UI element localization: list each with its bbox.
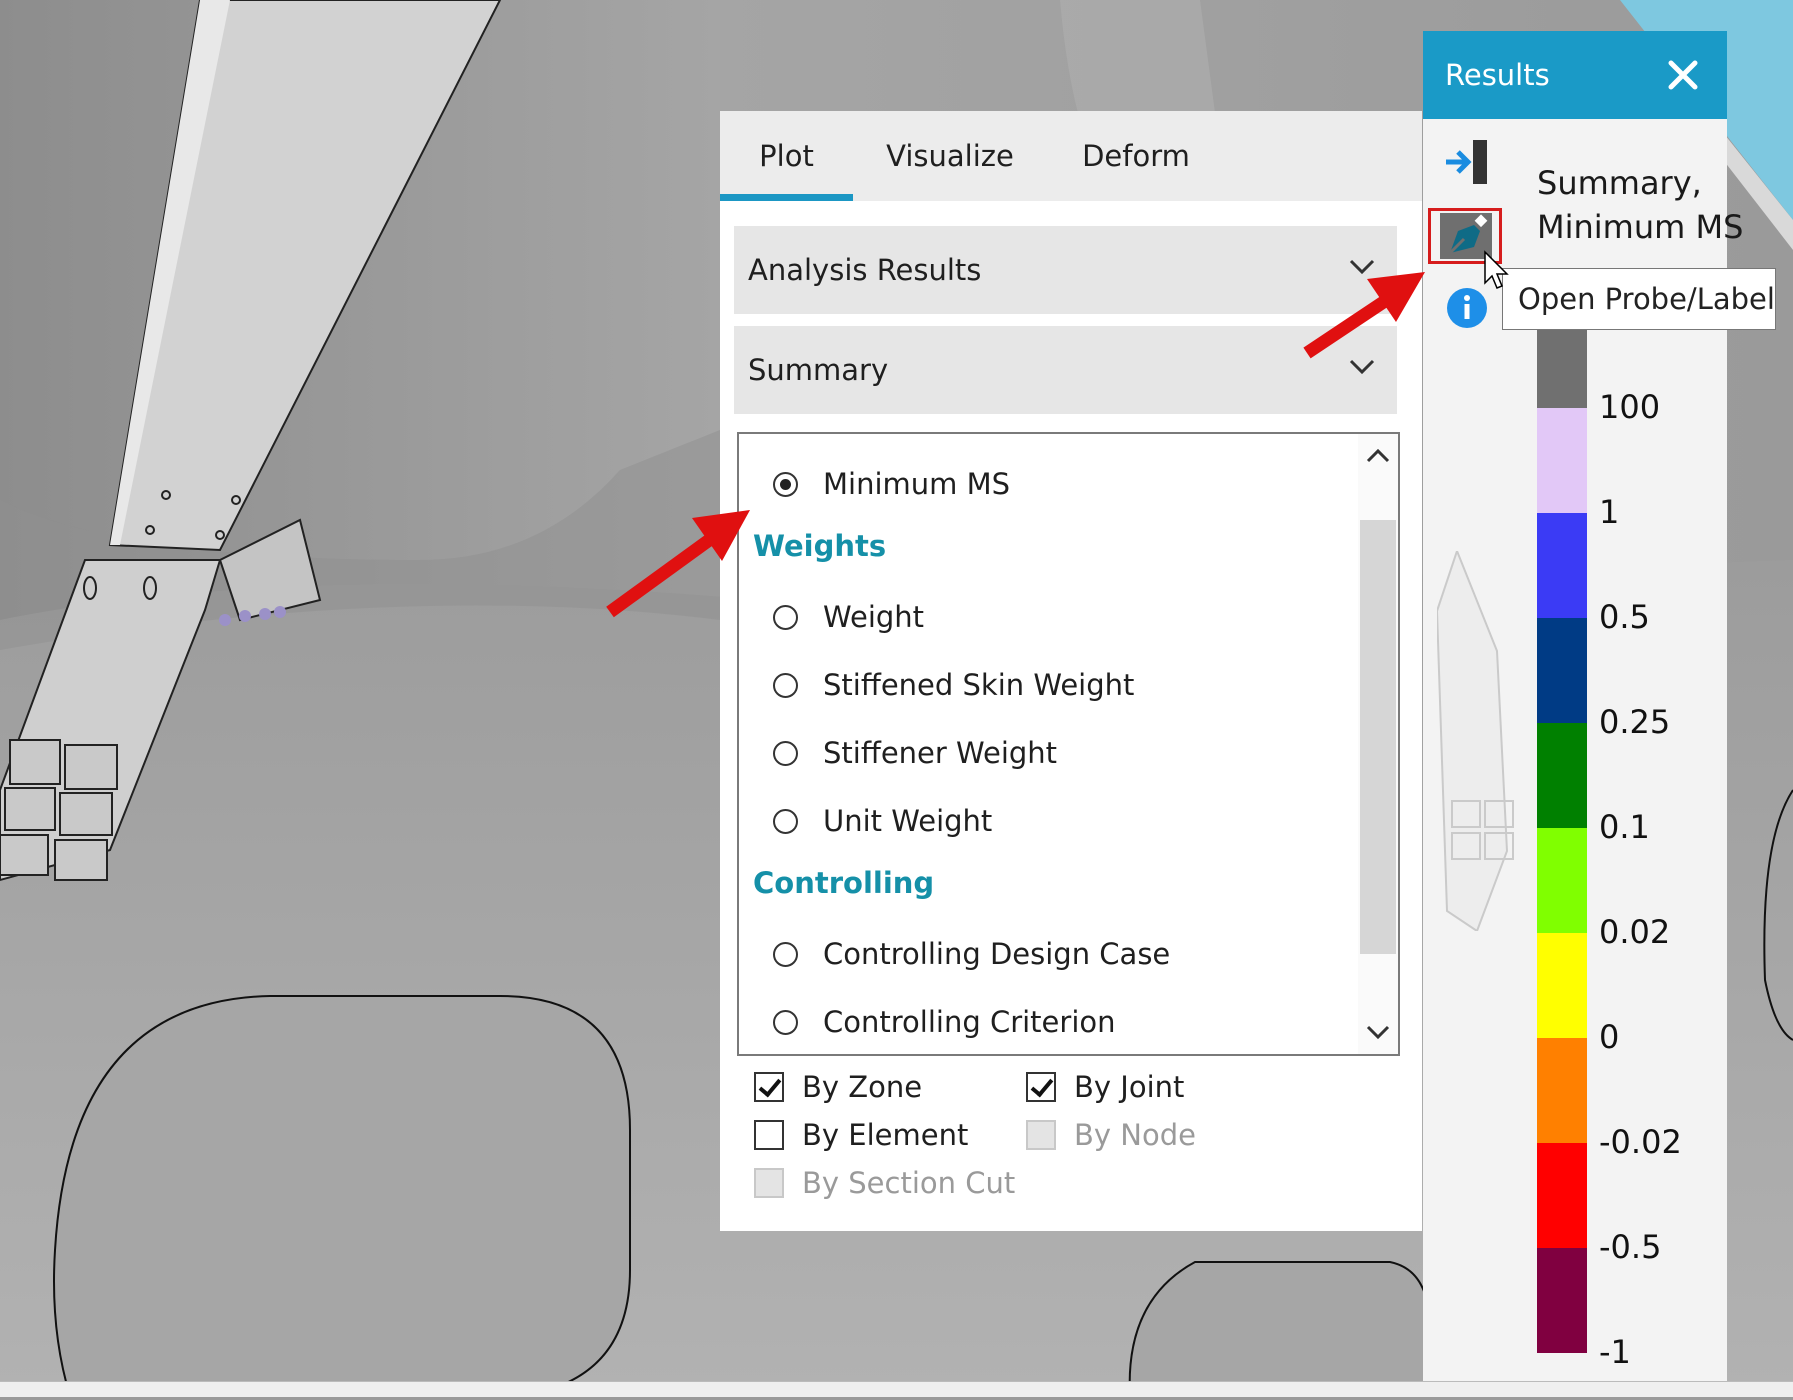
results-panel-title: Results <box>1445 58 1550 92</box>
checkbox-label: By Joint <box>1074 1070 1185 1104</box>
legend-swatch <box>1537 828 1587 933</box>
option-label: Unit Weight <box>823 804 993 838</box>
legend-swatch <box>1537 408 1587 513</box>
legend-swatch <box>1537 933 1587 1038</box>
scrollbar-thumb[interactable] <box>1360 520 1396 954</box>
legend-swatch <box>1537 1038 1587 1143</box>
radio[interactable] <box>773 740 798 766</box>
legend-tick-label: 1 <box>1599 493 1620 531</box>
radio[interactable] <box>773 808 798 834</box>
legend-tick-label: -0.02 <box>1599 1123 1682 1161</box>
analysis-results-dropdown[interactable]: Analysis Results <box>734 226 1397 314</box>
legend-swatch <box>1537 723 1587 828</box>
checkbox-by-section-cut: By Section Cut <box>754 1163 1015 1203</box>
legend-tick-label: -1 <box>1599 1333 1631 1371</box>
radio[interactable] <box>773 672 798 698</box>
option-label: Stiffened Skin Weight <box>823 668 1135 702</box>
legend-swatch <box>1537 618 1587 723</box>
legend-tick-label: 0 <box>1599 1018 1620 1056</box>
radio[interactable] <box>773 1009 798 1035</box>
close-icon[interactable] <box>1665 57 1701 93</box>
chevron-down-icon <box>1349 259 1375 275</box>
checkbox-disabled <box>1026 1120 1056 1150</box>
dock-arrow-icon[interactable] <box>1443 138 1491 186</box>
checkbox[interactable] <box>754 1120 784 1150</box>
radio[interactable] <box>773 604 798 630</box>
legend-title: Summary, Minimum MS <box>1537 164 1744 246</box>
legend-tick-label: 0.25 <box>1599 703 1671 741</box>
chevron-down-icon <box>1349 359 1375 375</box>
tooltip: Open Probe/Label <box>1502 268 1776 330</box>
tab-plot[interactable]: Plot <box>720 111 853 201</box>
results-option-list: Minimum MS Weights Weight Stiffened Skin… <box>737 432 1400 1056</box>
bottom-tab-strip <box>0 1381 1793 1397</box>
option-label: Weight <box>823 600 925 634</box>
info-icon[interactable] <box>1446 287 1488 329</box>
option-label: Stiffener Weight <box>823 736 1058 770</box>
option-unit-weight[interactable]: Unit Weight <box>773 793 992 849</box>
legend-tick-label: 0.1 <box>1599 808 1650 846</box>
option-stiffener-weight[interactable]: Stiffener Weight <box>773 725 1057 781</box>
scroll-down-icon[interactable] <box>1366 1024 1390 1040</box>
checkbox-by-zone[interactable]: By Zone <box>754 1067 922 1107</box>
open-probe-label-button[interactable] <box>1428 208 1502 264</box>
analysis-results-dropdown-label: Analysis Results <box>748 253 982 287</box>
radio[interactable] <box>773 941 798 967</box>
group-heading-controlling: Controlling <box>753 866 935 900</box>
checkbox-checked[interactable] <box>1026 1072 1056 1102</box>
pen-nib-icon <box>1440 213 1492 259</box>
summary-dropdown-label: Summary <box>748 353 889 387</box>
option-stiffened-skin-weight[interactable]: Stiffened Skin Weight <box>773 657 1134 713</box>
option-minimum-ms[interactable]: Minimum MS <box>773 456 1010 512</box>
legend-tick-label: 0.5 <box>1599 598 1650 636</box>
option-label: Controlling Criterion <box>823 1005 1116 1039</box>
option-label: Controlling Design Case <box>823 937 1171 971</box>
list-scrollbar[interactable] <box>1358 434 1398 1054</box>
checkbox-by-element[interactable]: By Element <box>754 1115 968 1155</box>
checkbox-checked[interactable] <box>754 1072 784 1102</box>
tab-deform[interactable]: Deform <box>1050 111 1222 201</box>
summary-dropdown[interactable]: Summary <box>734 326 1397 414</box>
radio-selected[interactable] <box>773 471 798 497</box>
checkbox-label: By Section Cut <box>802 1166 1016 1200</box>
group-heading-weights: Weights <box>753 529 887 563</box>
legend-tick-label: 100 <box>1599 388 1661 426</box>
checkbox-label: By Node <box>1074 1118 1196 1152</box>
scroll-up-icon[interactable] <box>1366 448 1390 464</box>
legend-swatch <box>1537 1143 1587 1248</box>
plot-settings-panel: Plot Visualize Deform Analysis Results S… <box>720 111 1422 1231</box>
checkbox-label: By Zone <box>802 1070 923 1104</box>
option-weight[interactable]: Weight <box>773 589 924 645</box>
option-controlling-design-case[interactable]: Controlling Design Case <box>773 926 1170 982</box>
legend-tick-label: 0.02 <box>1599 913 1671 951</box>
checkbox-by-joint[interactable]: By Joint <box>1026 1067 1184 1107</box>
checkbox-disabled <box>754 1168 784 1198</box>
option-controlling-criterion[interactable]: Controlling Criterion <box>773 994 1116 1050</box>
option-label: Minimum MS <box>823 467 1011 501</box>
tab-bar: Plot Visualize Deform <box>720 111 1422 201</box>
checkbox-label: By Element <box>802 1118 969 1152</box>
checkbox-by-node: By Node <box>1026 1115 1196 1155</box>
legend-tick-label: -0.5 <box>1599 1228 1662 1266</box>
legend-swatch <box>1537 513 1587 618</box>
results-panel: Results Summary, Minimum MS 100010010.50… <box>1423 31 1743 1381</box>
results-panel-header: Results <box>1423 31 1727 119</box>
legend-swatch <box>1537 1248 1587 1353</box>
tab-visualize[interactable]: Visualize <box>860 111 1040 201</box>
